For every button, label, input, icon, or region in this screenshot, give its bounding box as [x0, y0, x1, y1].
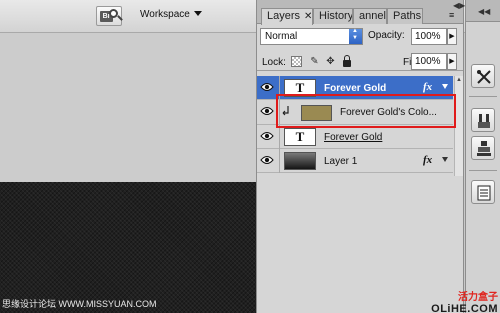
layer-name[interactable]: Forever Gold: [324, 132, 382, 143]
blend-opacity-row: Normal Opacity: 100% ▶: [257, 25, 463, 47]
layer-row-forever-gold[interactable]: T Forever Gold: [257, 125, 453, 149]
visibility-divider: [279, 125, 280, 149]
workspace-menu-button[interactable]: Workspace: [140, 9, 202, 20]
lock-fill-row: Lock: ✎ ✥ Fill: 100% ▶: [257, 51, 463, 71]
tab-layers[interactable]: Layers ✕: [261, 8, 313, 25]
eye-icon[interactable]: [260, 106, 274, 116]
close-icon[interactable]: ✕: [304, 11, 312, 22]
document-image[interactable]: [0, 182, 256, 313]
expand-dock-icon[interactable]: ◀◀: [478, 7, 490, 16]
tool-presets-icon[interactable]: [471, 64, 495, 88]
layer-thumbnail: [284, 152, 316, 170]
lock-label: Lock:: [262, 57, 286, 68]
panel-menu-icon[interactable]: ≡: [449, 10, 454, 20]
visibility-divider: [279, 149, 280, 173]
fx-icon[interactable]: fx: [423, 154, 432, 166]
highlight-box: [276, 94, 456, 128]
expand-effects-icon[interactable]: [442, 157, 448, 162]
fill-slider-arrow-icon[interactable]: ▶: [447, 53, 457, 70]
blend-mode-stepper-icon[interactable]: [349, 28, 362, 44]
opacity-slider-arrow-icon[interactable]: ▶: [447, 28, 457, 45]
opacity-field[interactable]: 100%: [411, 28, 447, 45]
blend-mode-value: Normal: [265, 31, 298, 42]
eye-icon[interactable]: [260, 131, 274, 141]
watermark-right: 活力盒子 OLiHE.COM: [420, 288, 498, 313]
panel-collapse-icon[interactable]: ◀▶: [453, 1, 465, 10]
fill-value: 100%: [415, 56, 441, 67]
tab-history-label: History: [319, 10, 353, 22]
watermark-right-top: 活力盒子: [458, 292, 498, 303]
scroll-up-icon[interactable]: ▲: [456, 77, 462, 83]
launch-bridge-button[interactable]: Br: [96, 6, 122, 26]
layer-name[interactable]: Forever Gold: [324, 83, 386, 94]
notes-icon[interactable]: [471, 180, 495, 204]
panel-dock: ◀◀: [465, 0, 500, 313]
lock-all-icon[interactable]: [343, 55, 351, 67]
opacity-value: 100%: [415, 31, 441, 42]
tab-history[interactable]: History: [313, 8, 353, 24]
blend-mode-select[interactable]: Normal: [260, 28, 363, 45]
watermark-right-bottom: OLiHE.COM: [431, 303, 498, 313]
dock-divider: [469, 96, 497, 97]
fill-field[interactable]: 100%: [411, 53, 447, 70]
layer-name[interactable]: Layer 1: [324, 156, 357, 167]
eye-icon[interactable]: [260, 82, 274, 92]
dock-divider: [469, 170, 497, 171]
dock-header: ◀◀: [466, 0, 500, 22]
watermark-left: 思缘设计论坛 WWW.MISSYUAN.COM: [2, 299, 157, 309]
opacity-label: Opacity:: [368, 30, 405, 41]
lock-image-pixels-icon[interactable]: ✎: [309, 56, 320, 67]
panel-tab-strip: ◀▶ Layers✕ History annels Paths ≡: [257, 0, 465, 25]
layers-panel: ◀▶ Layers✕ History annels Paths ≡ Normal…: [256, 0, 465, 313]
chevron-down-icon: [193, 11, 202, 16]
tab-paths-label: Paths: [393, 10, 422, 22]
layer-row-layer-1[interactable]: Layer 1 fx: [257, 149, 453, 173]
workspace-label: Workspace: [140, 9, 190, 20]
text-layer-thumbnail-icon: T: [284, 128, 316, 146]
tab-channels-label: annels: [359, 10, 386, 22]
lock-transparent-pixels-icon[interactable]: [291, 56, 302, 67]
tab-channels[interactable]: annels: [353, 8, 387, 24]
expand-effects-icon[interactable]: [442, 84, 448, 89]
brush-icon[interactable]: [471, 108, 495, 132]
tab-paths[interactable]: Paths: [387, 8, 423, 24]
eye-icon[interactable]: [260, 155, 274, 165]
clone-source-icon[interactable]: [471, 136, 495, 160]
lock-position-icon[interactable]: ✥: [325, 56, 336, 67]
tab-layers-label: Layers: [267, 10, 301, 22]
fx-icon[interactable]: fx: [423, 81, 432, 93]
magnifier-icon: [109, 9, 118, 18]
